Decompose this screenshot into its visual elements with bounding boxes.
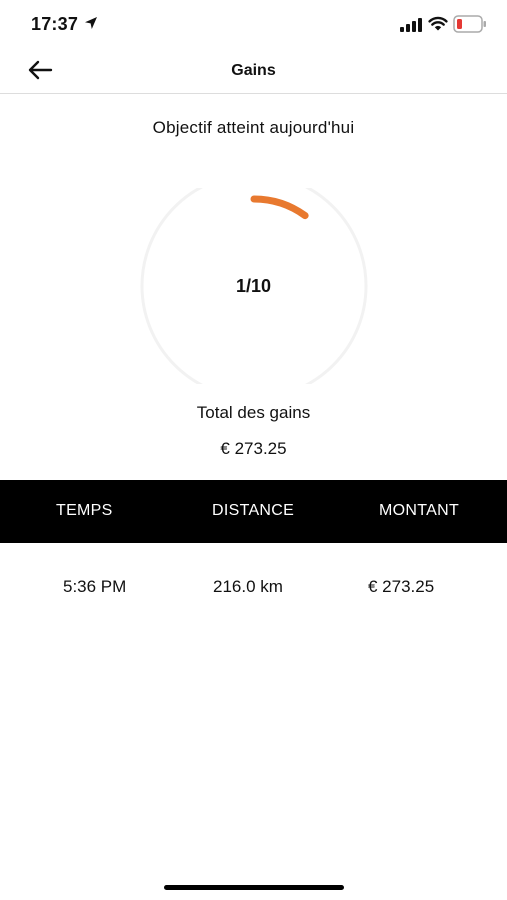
row-distance-cell: 216.0 km <box>213 577 283 596</box>
total-earnings-label: Total des gains <box>196 403 311 422</box>
status-bar: 17:37 <box>0 0 507 50</box>
location-arrow-icon <box>85 17 97 29</box>
row-amount-cell: € 273.25 <box>368 577 435 596</box>
home-indicator <box>164 885 344 890</box>
row-time-cell: 5:36 PM <box>63 577 127 596</box>
nav-header: Gains <box>0 50 507 94</box>
progress-ring-arc <box>250 195 309 220</box>
goal-label: Objectif atteint aujourd'hui <box>152 118 355 137</box>
page-title: Gains <box>231 62 276 79</box>
status-time: 17:37 <box>31 14 79 34</box>
column-header-amount: MONTANT <box>379 502 460 519</box>
column-header-time: TEMPS <box>56 502 113 519</box>
wifi-icon <box>428 16 448 31</box>
battery-low-icon <box>453 15 486 33</box>
table-header: TEMPS DISTANCE MONTANT <box>0 480 507 543</box>
goal-progress-text: 1/10 <box>235 276 272 296</box>
column-header-distance: DISTANCE <box>212 502 295 519</box>
cellular-signal-icon <box>400 18 422 32</box>
table-row: 5:36 PM 216.0 km € 273.25 <box>0 560 507 610</box>
total-earnings-value: € 273.25 <box>220 439 287 458</box>
